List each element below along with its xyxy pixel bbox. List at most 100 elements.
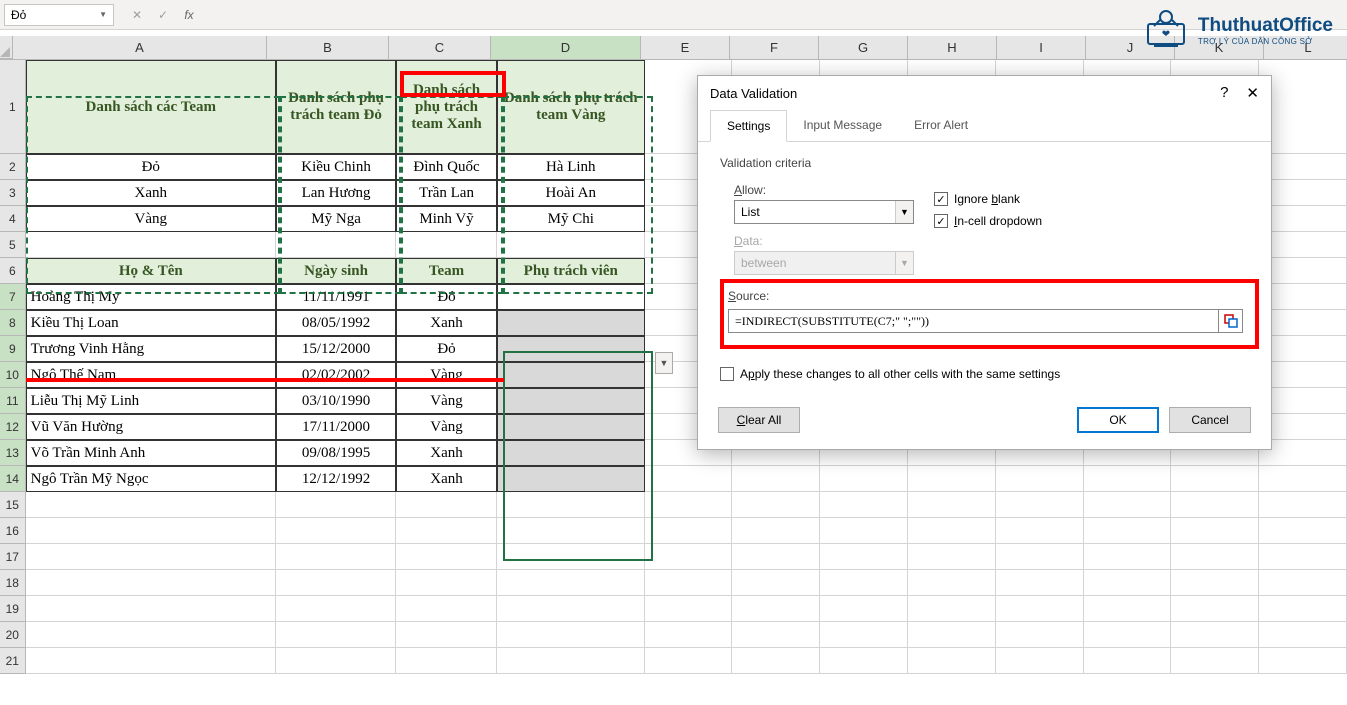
fx-icon[interactable]: fx	[180, 6, 198, 24]
row-header-19[interactable]: 19	[0, 596, 26, 622]
cell[interactable]	[1259, 622, 1347, 648]
cell[interactable]	[497, 570, 645, 596]
cell[interactable]	[645, 544, 733, 570]
cell[interactable]	[1259, 310, 1347, 336]
cell[interactable]	[276, 622, 396, 648]
cell[interactable]	[1084, 518, 1172, 544]
cell[interactable]	[497, 440, 645, 466]
cell[interactable]: Võ Trần Minh Anh	[26, 440, 276, 466]
cell[interactable]	[1259, 414, 1347, 440]
cell[interactable]: Xanh	[396, 310, 497, 336]
cell[interactable]: Vàng	[26, 206, 276, 232]
cell[interactable]: Hoài An	[497, 180, 645, 206]
cell[interactable]	[1171, 622, 1259, 648]
cell[interactable]	[396, 492, 497, 518]
cell[interactable]	[497, 648, 645, 674]
cell[interactable]: 11/11/1991	[276, 284, 396, 310]
cell[interactable]	[276, 232, 396, 258]
cell[interactable]	[732, 518, 820, 544]
cell[interactable]	[732, 596, 820, 622]
row-header-11[interactable]: 11	[0, 388, 26, 414]
cell[interactable]: Đỏ	[26, 154, 276, 180]
cell[interactable]	[1171, 518, 1259, 544]
row-header-10[interactable]: 10	[0, 362, 26, 388]
cell[interactable]	[908, 596, 996, 622]
cell[interactable]: Danh sách phụ trách team Vàng	[497, 60, 645, 154]
column-header-g[interactable]: G	[819, 36, 908, 59]
cell[interactable]	[820, 570, 908, 596]
cell[interactable]	[820, 544, 908, 570]
cell[interactable]	[1259, 570, 1347, 596]
row-header-2[interactable]: 2	[0, 154, 26, 180]
cell[interactable]	[1259, 648, 1347, 674]
source-input[interactable]	[728, 309, 1219, 333]
cell[interactable]	[1259, 60, 1347, 154]
cell[interactable]	[645, 622, 733, 648]
cell-dropdown-button[interactable]: ▼	[655, 352, 673, 374]
column-header-b[interactable]: B	[267, 36, 389, 59]
cell[interactable]	[996, 622, 1084, 648]
cell[interactable]: Danh sách các Team	[26, 60, 276, 154]
cell[interactable]	[276, 544, 396, 570]
cell[interactable]	[396, 622, 497, 648]
cell[interactable]: Hà Linh	[497, 154, 645, 180]
cell[interactable]: Minh Vỹ	[396, 206, 497, 232]
cell[interactable]	[276, 492, 396, 518]
cell[interactable]	[732, 648, 820, 674]
cell[interactable]	[645, 518, 733, 544]
cell[interactable]	[1084, 648, 1172, 674]
cell[interactable]: Lan Hương	[276, 180, 396, 206]
tab-error-alert[interactable]: Error Alert	[898, 110, 984, 141]
cell[interactable]: Họ & Tên	[26, 258, 276, 284]
column-header-c[interactable]: C	[389, 36, 491, 59]
cell[interactable]: Đỏ	[396, 336, 497, 362]
cell[interactable]	[276, 570, 396, 596]
cell[interactable]	[396, 648, 497, 674]
cell[interactable]	[908, 466, 996, 492]
cell[interactable]	[1259, 180, 1347, 206]
cell[interactable]	[1084, 544, 1172, 570]
cell[interactable]: 03/10/1990	[276, 388, 396, 414]
allow-select[interactable]: List ▼	[734, 200, 914, 224]
name-box[interactable]: Đỏ ▼	[4, 4, 114, 26]
cell[interactable]: Vàng	[396, 362, 497, 388]
cell[interactable]	[996, 648, 1084, 674]
column-header-d[interactable]: D	[491, 36, 641, 59]
ok-button[interactable]: OK	[1077, 407, 1159, 433]
cancel-button[interactable]: Cancel	[1169, 407, 1251, 433]
row-header-14[interactable]: 14	[0, 466, 26, 492]
cell[interactable]: Danh sách phụ trách team Đỏ	[276, 60, 396, 154]
cell[interactable]	[732, 492, 820, 518]
cell[interactable]: Hoàng Thị My	[26, 284, 276, 310]
cell[interactable]	[1084, 570, 1172, 596]
cell[interactable]	[396, 544, 497, 570]
cell[interactable]	[996, 596, 1084, 622]
cell[interactable]	[1084, 596, 1172, 622]
cell[interactable]	[276, 518, 396, 544]
cell[interactable]	[276, 596, 396, 622]
confirm-formula-icon[interactable]: ✓	[154, 6, 172, 24]
cell[interactable]	[26, 648, 276, 674]
cell[interactable]	[732, 544, 820, 570]
cell[interactable]	[497, 414, 645, 440]
column-header-f[interactable]: F	[730, 36, 819, 59]
cell[interactable]: 15/12/2000	[276, 336, 396, 362]
cell[interactable]	[732, 466, 820, 492]
cell[interactable]: Mỹ Nga	[276, 206, 396, 232]
cell[interactable]	[497, 388, 645, 414]
clear-all-button[interactable]: Clear All	[718, 407, 800, 433]
cell[interactable]	[908, 622, 996, 648]
cell[interactable]: Xanh	[396, 440, 497, 466]
cell[interactable]	[820, 648, 908, 674]
cell[interactable]: 12/12/1992	[276, 466, 396, 492]
apply-all-checkbox[interactable]: Apply these changes to all other cells w…	[720, 367, 1249, 381]
cell[interactable]: Đỏ	[396, 284, 497, 310]
row-header-16[interactable]: 16	[0, 518, 26, 544]
cell[interactable]	[645, 492, 733, 518]
cell[interactable]	[996, 466, 1084, 492]
row-header-1[interactable]: 1	[0, 60, 26, 154]
cell[interactable]	[1259, 362, 1347, 388]
cell[interactable]: Kiều Thị Loan	[26, 310, 276, 336]
row-header-21[interactable]: 21	[0, 648, 26, 674]
cell[interactable]	[1259, 232, 1347, 258]
